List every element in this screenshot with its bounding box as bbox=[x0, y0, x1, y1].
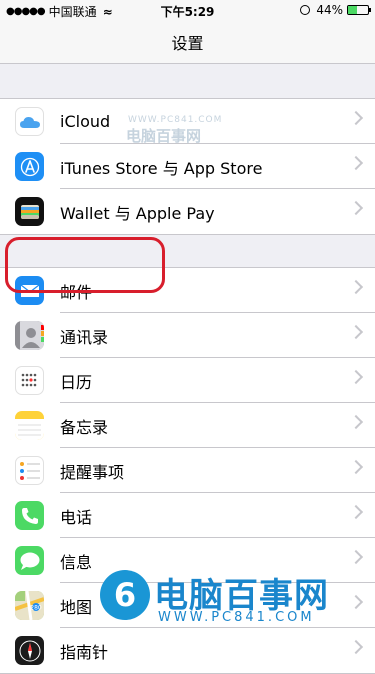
wallet-icon bbox=[15, 197, 44, 226]
chevron-right-icon bbox=[348, 369, 364, 385]
row-label: 通讯录 bbox=[60, 327, 109, 347]
calendar-icon bbox=[15, 366, 44, 395]
contacts-icon bbox=[15, 321, 44, 350]
phone-icon bbox=[15, 501, 44, 530]
battery-fill bbox=[348, 6, 357, 14]
app-store-icon bbox=[15, 152, 44, 181]
row-label: 备忘录 bbox=[60, 417, 109, 437]
row-label: 提醒事项 bbox=[60, 462, 125, 482]
reminders-icon bbox=[15, 456, 44, 485]
icloud-icon bbox=[15, 107, 44, 136]
notes-icon bbox=[15, 411, 44, 440]
maps-icon: 280 bbox=[15, 591, 44, 620]
row-wallet-apple-pay[interactable]: Wallet 与 Apple Pay bbox=[0, 189, 375, 234]
status-right: 44% bbox=[300, 3, 371, 17]
navigation-bar: 设置 bbox=[0, 20, 375, 64]
chevron-right-icon bbox=[348, 324, 364, 340]
messages-icon bbox=[15, 546, 44, 575]
chevron-right-icon bbox=[348, 279, 364, 295]
chevron-right-icon bbox=[348, 155, 364, 171]
svg-text:280: 280 bbox=[30, 605, 42, 612]
watermark-small: WWW.PC841.COM 电脑百事网 bbox=[100, 115, 222, 146]
row-label: 日历 bbox=[60, 372, 93, 392]
watermark-large: 6 电脑百事网 WWW.PC841.COM bbox=[100, 568, 370, 628]
row-compass[interactable]: 指南针 bbox=[0, 628, 375, 673]
row-calendar[interactable]: 日历 bbox=[0, 358, 375, 403]
row-label: iTunes Store 与 App Store bbox=[60, 158, 263, 178]
chevron-right-icon bbox=[348, 200, 364, 216]
orientation-lock-icon bbox=[300, 5, 311, 15]
row-notes[interactable]: 备忘录 bbox=[0, 403, 375, 448]
watermark-logo-icon: 6 bbox=[100, 570, 150, 620]
watermark-small-name: 电脑百事网 bbox=[126, 127, 202, 145]
mail-highlight-annotation bbox=[5, 237, 165, 293]
battery-icon bbox=[347, 5, 371, 15]
chevron-right-icon bbox=[348, 639, 364, 655]
chevron-right-icon bbox=[348, 110, 364, 126]
chevron-right-icon bbox=[348, 459, 364, 475]
battery-percent: 44% bbox=[316, 3, 343, 17]
row-reminders[interactable]: 提醒事项 bbox=[0, 448, 375, 493]
watermark-small-url: WWW.PC841.COM bbox=[128, 115, 223, 125]
row-label: 指南针 bbox=[60, 642, 109, 662]
chevron-right-icon bbox=[348, 549, 364, 565]
row-itunes-app-store[interactable]: iTunes Store 与 App Store bbox=[0, 144, 375, 189]
watermark-large-url: WWW.PC841.COM bbox=[158, 610, 315, 625]
row-label: 电话 bbox=[60, 507, 93, 527]
row-label: 地图 bbox=[60, 597, 93, 617]
chevron-right-icon bbox=[348, 414, 364, 430]
row-contacts[interactable]: 通讯录 bbox=[0, 313, 375, 358]
row-phone[interactable]: 电话 bbox=[0, 493, 375, 538]
row-label: Wallet 与 Apple Pay bbox=[60, 203, 215, 223]
chevron-right-icon bbox=[348, 504, 364, 520]
page-title: 设置 bbox=[171, 33, 204, 53]
row-label: 信息 bbox=[60, 552, 93, 572]
status-bar: ●●●●● 中国联通 ≈ 下午5:29 44% bbox=[0, 0, 375, 20]
compass-icon bbox=[15, 636, 44, 665]
